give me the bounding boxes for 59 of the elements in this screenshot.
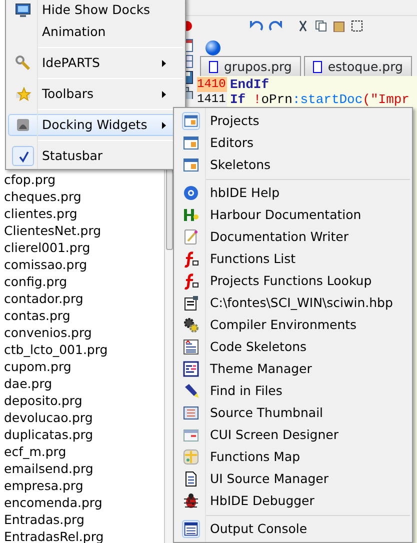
file-item[interactable]: contas.prg: [4, 307, 164, 324]
copy-icon[interactable]: [315, 20, 327, 32]
line-number: 1411: [197, 92, 227, 107]
file-item[interactable]: contador.prg: [4, 290, 164, 307]
paste-icon[interactable]: [333, 20, 345, 32]
globe-icon[interactable]: [205, 40, 221, 56]
redo-icon[interactable]: [269, 20, 283, 32]
menu-item[interactable]: CUI Screen Designer: [176, 424, 410, 446]
menu-item[interactable]: Find in Files: [176, 380, 410, 402]
file-item[interactable]: Entradas.prg: [4, 511, 164, 528]
file-item[interactable]: cfop.prg: [4, 171, 164, 188]
file-item[interactable]: cupom.prg: [4, 358, 164, 375]
menu-item[interactable]: Functions Map: [176, 446, 410, 468]
menu-item[interactable]: Animation: [8, 21, 183, 43]
menu-item[interactable]: Compiler Environments: [176, 314, 410, 336]
menu-item[interactable]: IdePARTS: [8, 52, 183, 74]
file-item[interactable]: emailsend.prg: [4, 460, 164, 477]
line-number: 1410: [197, 77, 227, 92]
menu-item[interactable]: C:\fontes\SCI_WIN\sciwin.hbp: [176, 292, 410, 314]
file-item[interactable]: deposito.prg: [4, 392, 164, 409]
file-tab[interactable]: estoque.prg: [304, 56, 412, 76]
menu-item[interactable]: Toolbars: [8, 83, 183, 105]
monitor-icon: [14, 1, 32, 19]
file-item[interactable]: ClientesNet.prg: [4, 222, 164, 239]
menu-item[interactable]: Documentation Writer: [176, 226, 410, 248]
menu-item[interactable]: Code Skeletons: [176, 336, 410, 358]
file-icon: [209, 60, 218, 72]
menu-item[interactable]: Projects Functions Lookup: [176, 270, 410, 292]
file-item[interactable]: clientes.prg: [4, 205, 164, 222]
select-icon[interactable]: [351, 20, 363, 32]
file-item[interactable]: clierel001.prg: [4, 239, 164, 256]
file-item[interactable]: convenios.prg: [4, 324, 164, 341]
code-line: If !oPrn:startDoc("Impr: [229, 92, 410, 107]
cut-icon[interactable]: [297, 20, 309, 32]
menu-item[interactable]: Harbour Documentation: [176, 204, 410, 226]
menu-item[interactable]: Output Console: [176, 518, 410, 540]
menu-item[interactable]: hbIDE Help: [176, 182, 410, 204]
file-tab[interactable]: grupos.prg: [200, 56, 301, 76]
menu-item[interactable]: UI Source Manager: [176, 468, 410, 490]
menu-item[interactable]: Theme Manager: [176, 358, 410, 380]
menu-item[interactable]: Hide Show Docks: [8, 0, 183, 21]
menu-item[interactable]: HbIDE Debugger: [176, 490, 410, 512]
dock-icon: [14, 116, 32, 134]
file-item[interactable]: cheques.prg: [4, 188, 164, 205]
menu-item[interactable]: Source Thumbnail: [176, 402, 410, 424]
file-item[interactable]: config.prg: [4, 273, 164, 290]
file-item[interactable]: ecf_m.prg: [4, 443, 164, 460]
file-item[interactable]: comissao.prg: [4, 256, 164, 273]
code-line: EndIf: [229, 77, 270, 92]
star-icon: [14, 85, 32, 103]
undo-icon[interactable]: [249, 20, 263, 32]
file-item[interactable]: empresa.prg: [4, 477, 164, 494]
menu-item[interactable]: Functions List: [176, 248, 410, 270]
file-item[interactable]: duplicatas.prg: [4, 426, 164, 443]
file-item[interactable]: ctb_lcto_001.prg: [4, 341, 164, 358]
file-item[interactable]: encomenda.prg: [4, 494, 164, 511]
file-item[interactable]: devolucao.prg: [4, 409, 164, 426]
file-icon: [312, 60, 322, 72]
file-item[interactable]: dae.prg: [4, 375, 164, 392]
